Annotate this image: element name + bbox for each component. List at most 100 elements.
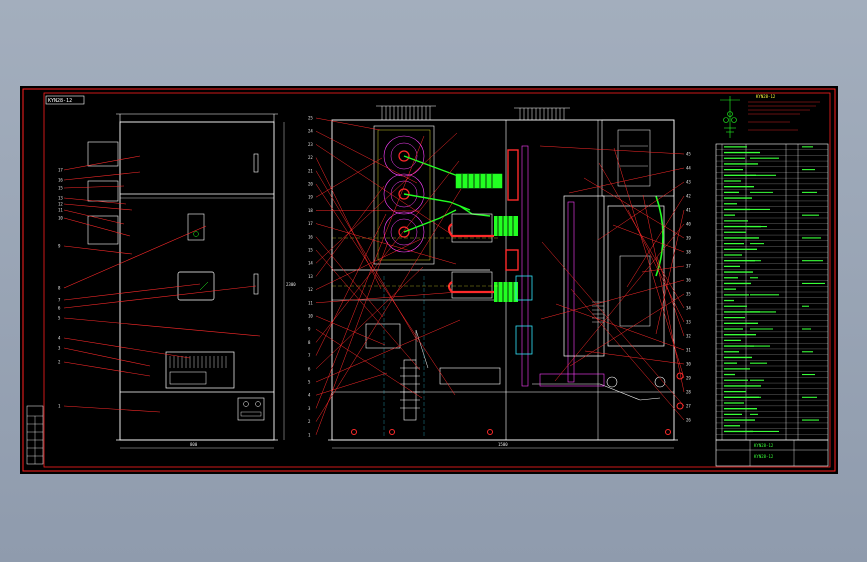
front-width-dim-text: 800: [190, 442, 198, 447]
front-callout-leader: [63, 209, 125, 225]
cyan-current-transformer: [515, 275, 533, 301]
front-view: 800 2300 17 16 15 131211 10 9 8 7 6 5 4 3 2 1: [58, 113, 296, 449]
side-callout-leader: [655, 209, 685, 335]
side-callout-number: 9: [308, 327, 311, 332]
front-height-dim-text: 2300: [286, 282, 296, 287]
side-callout-number: 37: [686, 264, 691, 269]
side-callout-leader: [569, 293, 685, 367]
side-callout-number: 17: [308, 221, 313, 226]
front-callout-leader: [63, 225, 207, 289]
side-callout-number: 3: [308, 406, 311, 411]
cad-drawing: KYN28-12 800 2300 1716151312111098765432…: [22, 88, 836, 472]
red-arrester-bottom: [505, 249, 519, 271]
busbar-insulator-top: [455, 173, 503, 189]
side-callout-number: 19: [308, 195, 313, 200]
front-callout-number: 16: [58, 178, 63, 183]
front-callout-number: 2: [58, 360, 61, 365]
side-callout-number: 11: [308, 300, 313, 305]
bom-rows: [716, 146, 828, 435]
upper-contact-arm: [447, 223, 494, 238]
side-callout-number: 28: [686, 390, 691, 395]
front-interlock: [187, 213, 205, 241]
side-callout-leader: [315, 319, 461, 383]
side-callout-number: 12: [308, 287, 313, 292]
front-indicator-left2: [87, 180, 119, 202]
front-callout-number: 13: [58, 196, 63, 201]
front-callout-leader: [63, 405, 161, 413]
side-callout-number: 30: [686, 362, 691, 367]
side-callout-number: 14: [308, 261, 313, 266]
side-callout-number: 38: [686, 250, 691, 255]
side-callout-number: 36: [686, 278, 691, 283]
side-callout-leader: [641, 265, 685, 273]
front-callout-number: 11: [58, 208, 63, 213]
cyan-current-transformer2: [515, 325, 533, 355]
side-callout-leader: [315, 241, 389, 435]
front-callout-leader: [63, 283, 201, 301]
side-callout-number: 1: [308, 432, 311, 437]
side-callout-leader: [315, 160, 460, 343]
front-callout-leader: [63, 361, 151, 377]
bottom-knob-1: [243, 401, 249, 407]
side-callout-number: 35: [686, 292, 691, 297]
side-callout-leader: [541, 241, 685, 407]
side-callout-number: 22: [308, 155, 313, 160]
lower-contact-arm: [447, 281, 494, 294]
front-callout-number: 17: [58, 168, 63, 173]
lv-compartment: [601, 119, 675, 197]
side-callout-leader: [642, 194, 685, 393]
cable-down: [415, 329, 429, 369]
side-callout-number: 7: [308, 353, 311, 358]
front-callout-number: 12: [58, 202, 63, 207]
side-callout-number: 27: [686, 404, 691, 409]
side-callout-number: 21: [308, 168, 313, 173]
front-handle-mid: [253, 273, 259, 295]
front-callout-number: 9: [58, 244, 61, 249]
front-callout-leader: [63, 317, 261, 337]
red-arrester-top: [507, 149, 519, 201]
side-callout-number: 33: [686, 320, 691, 325]
front-callout-leader: [63, 347, 151, 367]
side-callout-number: 24: [308, 129, 313, 134]
side-callout-leader: [597, 181, 685, 241]
front-indicator-left3: [87, 215, 119, 245]
front-handle-top: [253, 153, 259, 173]
side-callout-number: 5: [308, 380, 311, 385]
magenta-rail-left: [521, 145, 529, 387]
side-callout-number: 4: [308, 393, 311, 398]
side-view: 1500 25242322212019181716151413121110987…: [308, 105, 691, 449]
side-callout-number: 25: [308, 116, 313, 121]
side-callout-number: 29: [686, 376, 691, 381]
magenta-rail-right: [567, 201, 575, 383]
side-callout-leader: [315, 210, 420, 212]
truck-wheel-1: [606, 376, 618, 388]
side-callout-leader: [626, 195, 685, 288]
side-callout-number: 2: [308, 419, 311, 424]
window-mark: [199, 281, 209, 291]
front-callout-number: 15: [58, 186, 63, 191]
side-callout-leaders: 2524232221201918171615141312111098765432…: [308, 116, 691, 438]
side-callout-number: 45: [686, 152, 691, 157]
pressure-relief-flaps: [376, 105, 570, 120]
side-callout-leader: [315, 315, 386, 346]
schematic-title: KYN28-12: [756, 94, 776, 99]
side-callout-number: 41: [686, 208, 691, 213]
front-callout-leader: [63, 337, 191, 359]
side-callout-leader: [627, 209, 685, 323]
front-callout-leader: [63, 245, 133, 255]
voltage-transformer: [439, 367, 501, 385]
schematic-notes: [748, 101, 820, 131]
drawing-frame: [22, 88, 836, 472]
front-bottom-panel-box: [237, 397, 265, 421]
side-callout-number: 8: [308, 340, 311, 345]
title-block-label: KYN28-12: [754, 443, 774, 448]
front-callout-number: 10: [58, 216, 63, 221]
side-callout-number: 10: [308, 314, 313, 319]
side-callout-leader: [315, 132, 458, 264]
front-callout-leaders: 17 16 15 131211 10 9 8 7 6 5 4 3 2 1: [58, 155, 261, 413]
vent-nameplate: [169, 371, 207, 385]
side-width-dim-text: 1500: [498, 442, 508, 447]
interlock-knob: [193, 231, 199, 237]
side-callout-number: 40: [686, 222, 691, 227]
side-callout-leader: [598, 162, 685, 309]
